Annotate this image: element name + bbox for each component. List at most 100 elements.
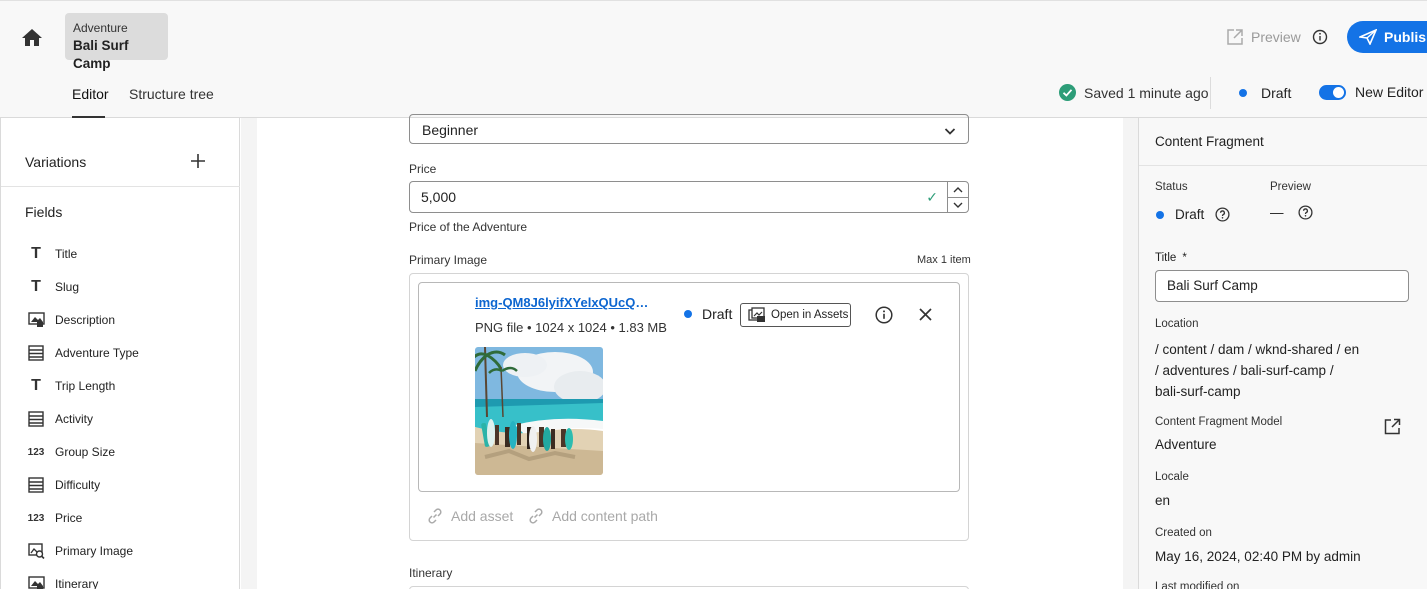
price-value: 5,000: [421, 189, 457, 205]
breadcrumb-type: Adventure: [73, 21, 128, 35]
publish-button[interactable]: Publish: [1347, 21, 1427, 53]
publish-label: Publish: [1384, 29, 1427, 45]
status-label: Status: [1155, 181, 1188, 193]
field-item-itinerary[interactable]: Itinerary: [27, 574, 98, 589]
add-asset-label: Add asset: [451, 508, 514, 524]
price-input[interactable]: 5,000 ✓: [409, 181, 948, 213]
breadcrumb[interactable]: Adventure Bali Surf Camp: [65, 13, 168, 71]
info-icon[interactable]: [1312, 29, 1328, 45]
created-value: May 16, 2024, 02:40 PM by admin: [1155, 549, 1361, 564]
field-item-price[interactable]: 123 Price: [27, 508, 83, 528]
price-stepper[interactable]: [947, 181, 969, 213]
add-content-path-button[interactable]: Add content path: [528, 508, 658, 524]
created-label: Created on: [1155, 527, 1212, 539]
rich-text-icon: [27, 575, 45, 589]
status-text: Draft: [1175, 207, 1205, 222]
model-value: Adventure: [1155, 437, 1217, 452]
enumeration-icon: [27, 344, 45, 362]
difficulty-select[interactable]: Beginner: [409, 114, 969, 144]
field-label: Title: [55, 247, 78, 261]
panel-divider: [1139, 165, 1427, 166]
asset-status-label: Draft: [702, 306, 733, 322]
text-icon: T: [31, 377, 41, 394]
field-item-trip-length[interactable]: T Trip Length: [27, 376, 115, 396]
difficulty-value: Beginner: [422, 122, 479, 138]
title-input[interactable]: Bali Surf Camp: [1155, 270, 1409, 302]
field-item-description[interactable]: Description: [27, 310, 115, 330]
asset-thumbnail: [475, 347, 603, 475]
external-link-icon[interactable]: [1384, 418, 1401, 435]
toggle-switch[interactable]: [1319, 84, 1346, 100]
field-item-adventure-type[interactable]: Adventure Type: [27, 343, 139, 363]
field-label: Adventure Type: [55, 346, 139, 360]
add-content-path-label: Add content path: [552, 508, 658, 524]
asset-status: Draft: [684, 306, 732, 322]
preview-help-icon[interactable]: [1297, 205, 1313, 220]
new-editor-label: New Editor: [1355, 84, 1424, 100]
decrement-icon[interactable]: [948, 197, 968, 212]
status-value: Draft: [1156, 207, 1230, 222]
field-item-activity[interactable]: Activity: [27, 409, 93, 429]
draft-label: Draft: [1261, 85, 1292, 101]
field-item-difficulty[interactable]: Difficulty: [27, 475, 100, 495]
locale-label: Locale: [1155, 471, 1189, 483]
asset-info-icon[interactable]: [875, 306, 893, 324]
save-status: Saved 1 minute ago: [1059, 84, 1209, 101]
home-icon[interactable]: [20, 26, 44, 50]
price-help-text: Price of the Adventure: [409, 220, 528, 234]
status-help-icon[interactable]: [1215, 207, 1230, 222]
new-editor-toggle[interactable]: New Editor: [1319, 84, 1423, 100]
tab-structure-tree[interactable]: Structure tree: [129, 86, 214, 102]
header-divider: [1210, 77, 1211, 109]
link-icon: [428, 508, 442, 524]
publish-icon: [1359, 29, 1377, 45]
remove-asset-icon[interactable]: [918, 307, 933, 322]
success-check-icon: [1059, 84, 1076, 101]
preview-status-value: —: [1270, 205, 1313, 220]
required-indicator: *: [1182, 252, 1187, 264]
location-value: / content / dam / wknd-shared / en / adv…: [1155, 342, 1360, 399]
saved-label: Saved 1 minute ago: [1084, 84, 1209, 101]
asset-meta: PNG file • 1024 x 1024 • 1.83 MB: [475, 320, 667, 335]
add-asset-button[interactable]: Add asset: [427, 508, 513, 524]
external-link-icon: [1227, 29, 1243, 45]
breadcrumb-name: Bali Surf Camp: [73, 38, 129, 71]
location-label: Location: [1155, 318, 1199, 330]
preview-button[interactable]: Preview: [1226, 27, 1301, 47]
sidebar-divider: [1, 186, 240, 187]
open-in-assets-label: Open in Assets: [771, 309, 849, 321]
field-item-group-size[interactable]: 123 Group Size: [27, 442, 115, 462]
enumeration-icon: [27, 476, 45, 494]
add-variation-icon[interactable]: [191, 154, 205, 168]
title-label: Title: [1155, 252, 1177, 264]
field-label: Activity: [55, 412, 94, 426]
chevron-down-icon: [944, 124, 956, 136]
field-item-slug[interactable]: T Slug: [27, 277, 79, 297]
tab-editor[interactable]: Editor: [72, 86, 109, 102]
valid-check-icon: ✓: [926, 189, 938, 205]
rich-text-icon: [27, 311, 45, 329]
asset-status-dot: [684, 310, 692, 318]
title-field-label: Title *: [1155, 252, 1187, 264]
field-label: Primary Image: [55, 544, 134, 558]
field-label: Price: [55, 511, 83, 525]
asset-filename-link[interactable]: img-QM8J6lyifXYelxQUcQ8c...: [475, 295, 655, 310]
fields-heading: Fields: [25, 204, 63, 220]
open-in-assets-button[interactable]: Open in Assets: [740, 303, 851, 327]
field-item-title[interactable]: T Title: [27, 244, 77, 264]
fields-sidebar: Variations Fields T Title T Slug Descrip…: [0, 118, 240, 589]
app-header: [0, 0, 1427, 118]
number-icon: 123: [27, 512, 45, 524]
locale-value: en: [1155, 493, 1171, 508]
last-modified-label: Last modified on: [1155, 581, 1240, 589]
field-label: Difficulty: [55, 478, 101, 492]
assets-icon: [748, 307, 765, 322]
field-label: Slug: [55, 280, 80, 294]
price-label: Price: [409, 162, 437, 176]
field-label: Itinerary: [55, 577, 99, 589]
draft-status: Draft: [1239, 85, 1291, 101]
max-items-label: Max 1 item: [917, 254, 971, 266]
field-item-primary-image[interactable]: Primary Image: [27, 541, 133, 561]
increment-icon[interactable]: [948, 182, 968, 197]
text-icon: T: [31, 245, 41, 262]
